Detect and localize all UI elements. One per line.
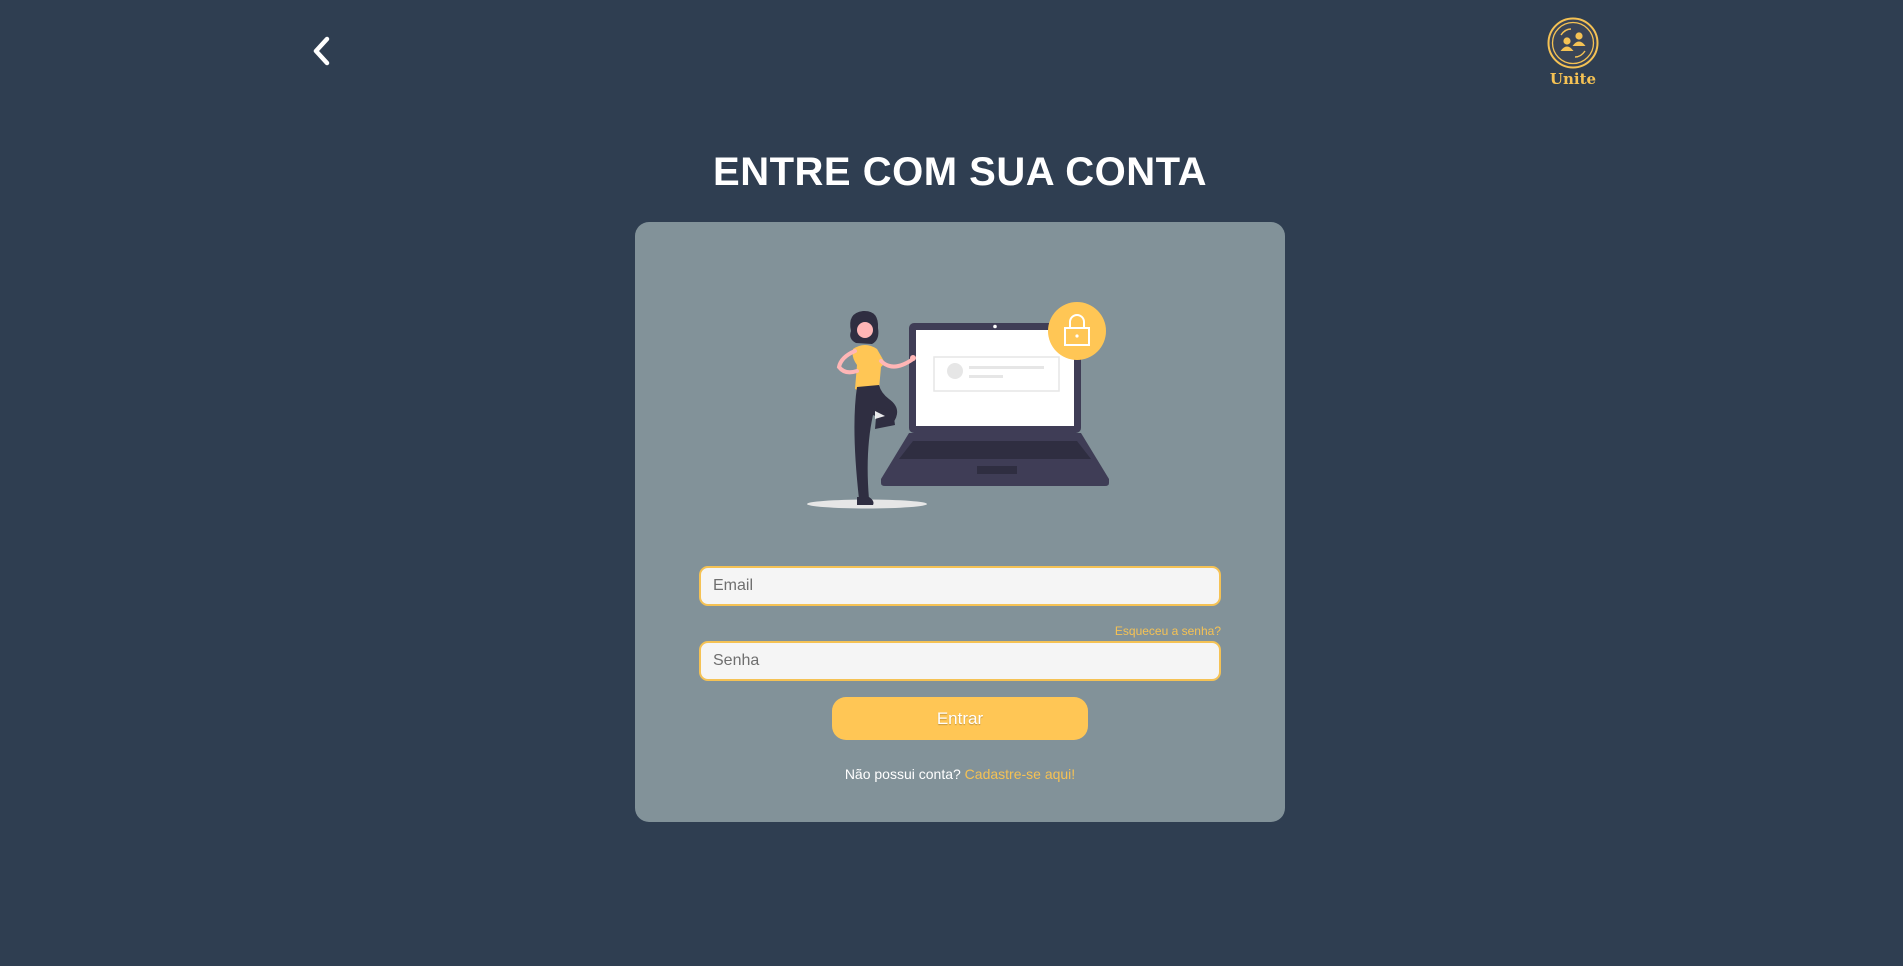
back-button[interactable] bbox=[307, 32, 337, 70]
signup-prompt: Não possui conta? Cadastre-se aqui! bbox=[635, 766, 1285, 782]
forgot-password-link[interactable]: Esqueceu a senha? bbox=[699, 624, 1221, 638]
brand-name: Unite bbox=[1549, 70, 1597, 88]
no-account-text: Não possui conta? bbox=[844, 766, 961, 782]
brand-logo: Unite bbox=[1545, 17, 1601, 87]
page-title: ENTRE COM SUA CONTA bbox=[713, 150, 1207, 194]
login-page: Unite ENTRE COM SUA CONTA Email Esqueceu… bbox=[0, 0, 1903, 966]
chevron-left-icon bbox=[313, 36, 330, 66]
signup-link[interactable]: Cadastre-se aqui! bbox=[965, 766, 1076, 782]
login-button[interactable]: Entrar bbox=[832, 697, 1088, 740]
users-exchange-icon bbox=[1547, 17, 1599, 69]
login-card: Esqueceu a senha? Entrar Não possui cont… bbox=[635, 222, 1285, 822]
email-field[interactable] bbox=[699, 566, 1221, 606]
password-field[interactable] bbox=[699, 641, 1221, 681]
login-illustration bbox=[807, 302, 1109, 509]
